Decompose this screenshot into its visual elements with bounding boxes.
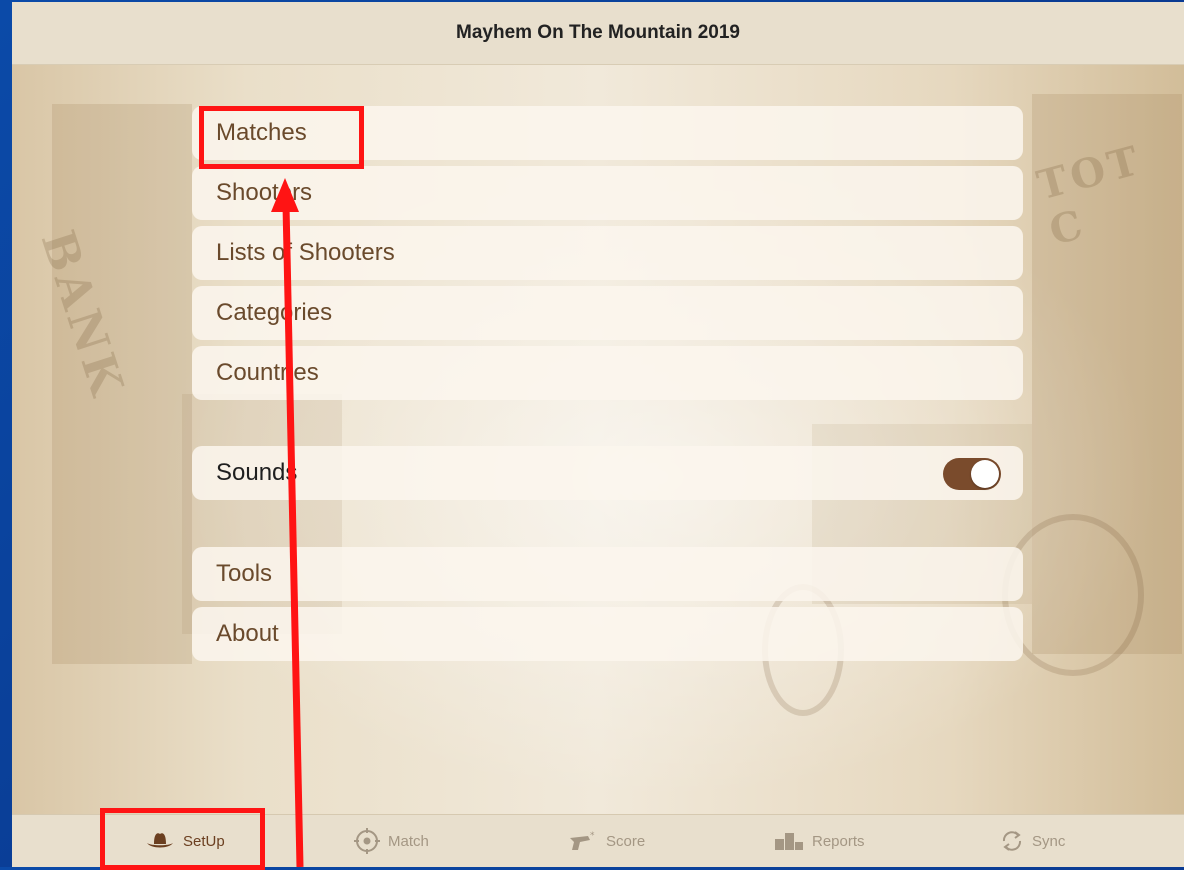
annotation-arrow [271,178,304,867]
